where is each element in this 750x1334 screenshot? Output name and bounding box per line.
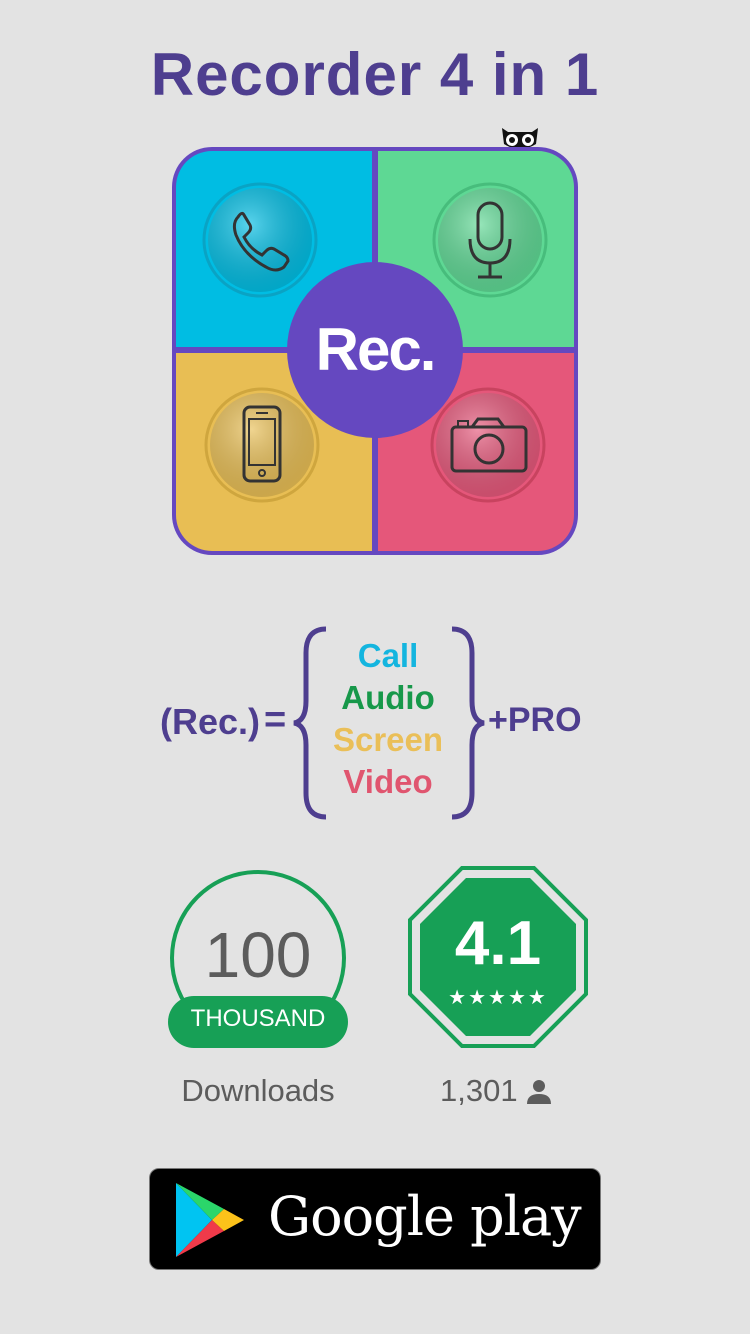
- review-count-row: 1,301: [440, 1073, 570, 1109]
- google-play-icon: [176, 1183, 244, 1257]
- camera-icon: [430, 387, 546, 503]
- formula-left: (Rec.): [160, 701, 261, 742]
- smartphone-icon: [204, 387, 320, 503]
- person-icon: [526, 1080, 551, 1104]
- rating-value: 4.1: [454, 909, 542, 978]
- feature-list: Call Audio Screen Video: [318, 635, 458, 803]
- downloads-unit: THOUSAND: [190, 1005, 326, 1032]
- downloads-label: Downloads: [181, 1073, 335, 1108]
- app-icon: Rec.: [172, 147, 578, 555]
- google-play-button[interactable]: Google play: [149, 1168, 601, 1270]
- feature-screen: Screen: [332, 721, 444, 758]
- microphone-icon: [432, 182, 548, 298]
- page-title: Recorder 4 in 1: [150, 41, 600, 108]
- right-brace: [451, 626, 485, 820]
- rating-stars: ★★★★★: [448, 987, 548, 1009]
- feature-formula: (Rec.) = Call Audio Screen Video +PRO: [150, 625, 610, 825]
- google-play-label: Google play: [268, 1185, 582, 1248]
- downloads-count: 100: [204, 919, 312, 991]
- feature-audio: Audio: [341, 679, 435, 716]
- phone-icon: [202, 182, 318, 298]
- rec-center-label: Rec.: [316, 316, 435, 383]
- review-count: 1,301: [440, 1073, 518, 1108]
- formula-equals: =: [264, 699, 287, 741]
- formula-pro: +PRO: [488, 701, 582, 739]
- feature-call: Call: [357, 637, 419, 674]
- feature-video: Video: [343, 763, 433, 800]
